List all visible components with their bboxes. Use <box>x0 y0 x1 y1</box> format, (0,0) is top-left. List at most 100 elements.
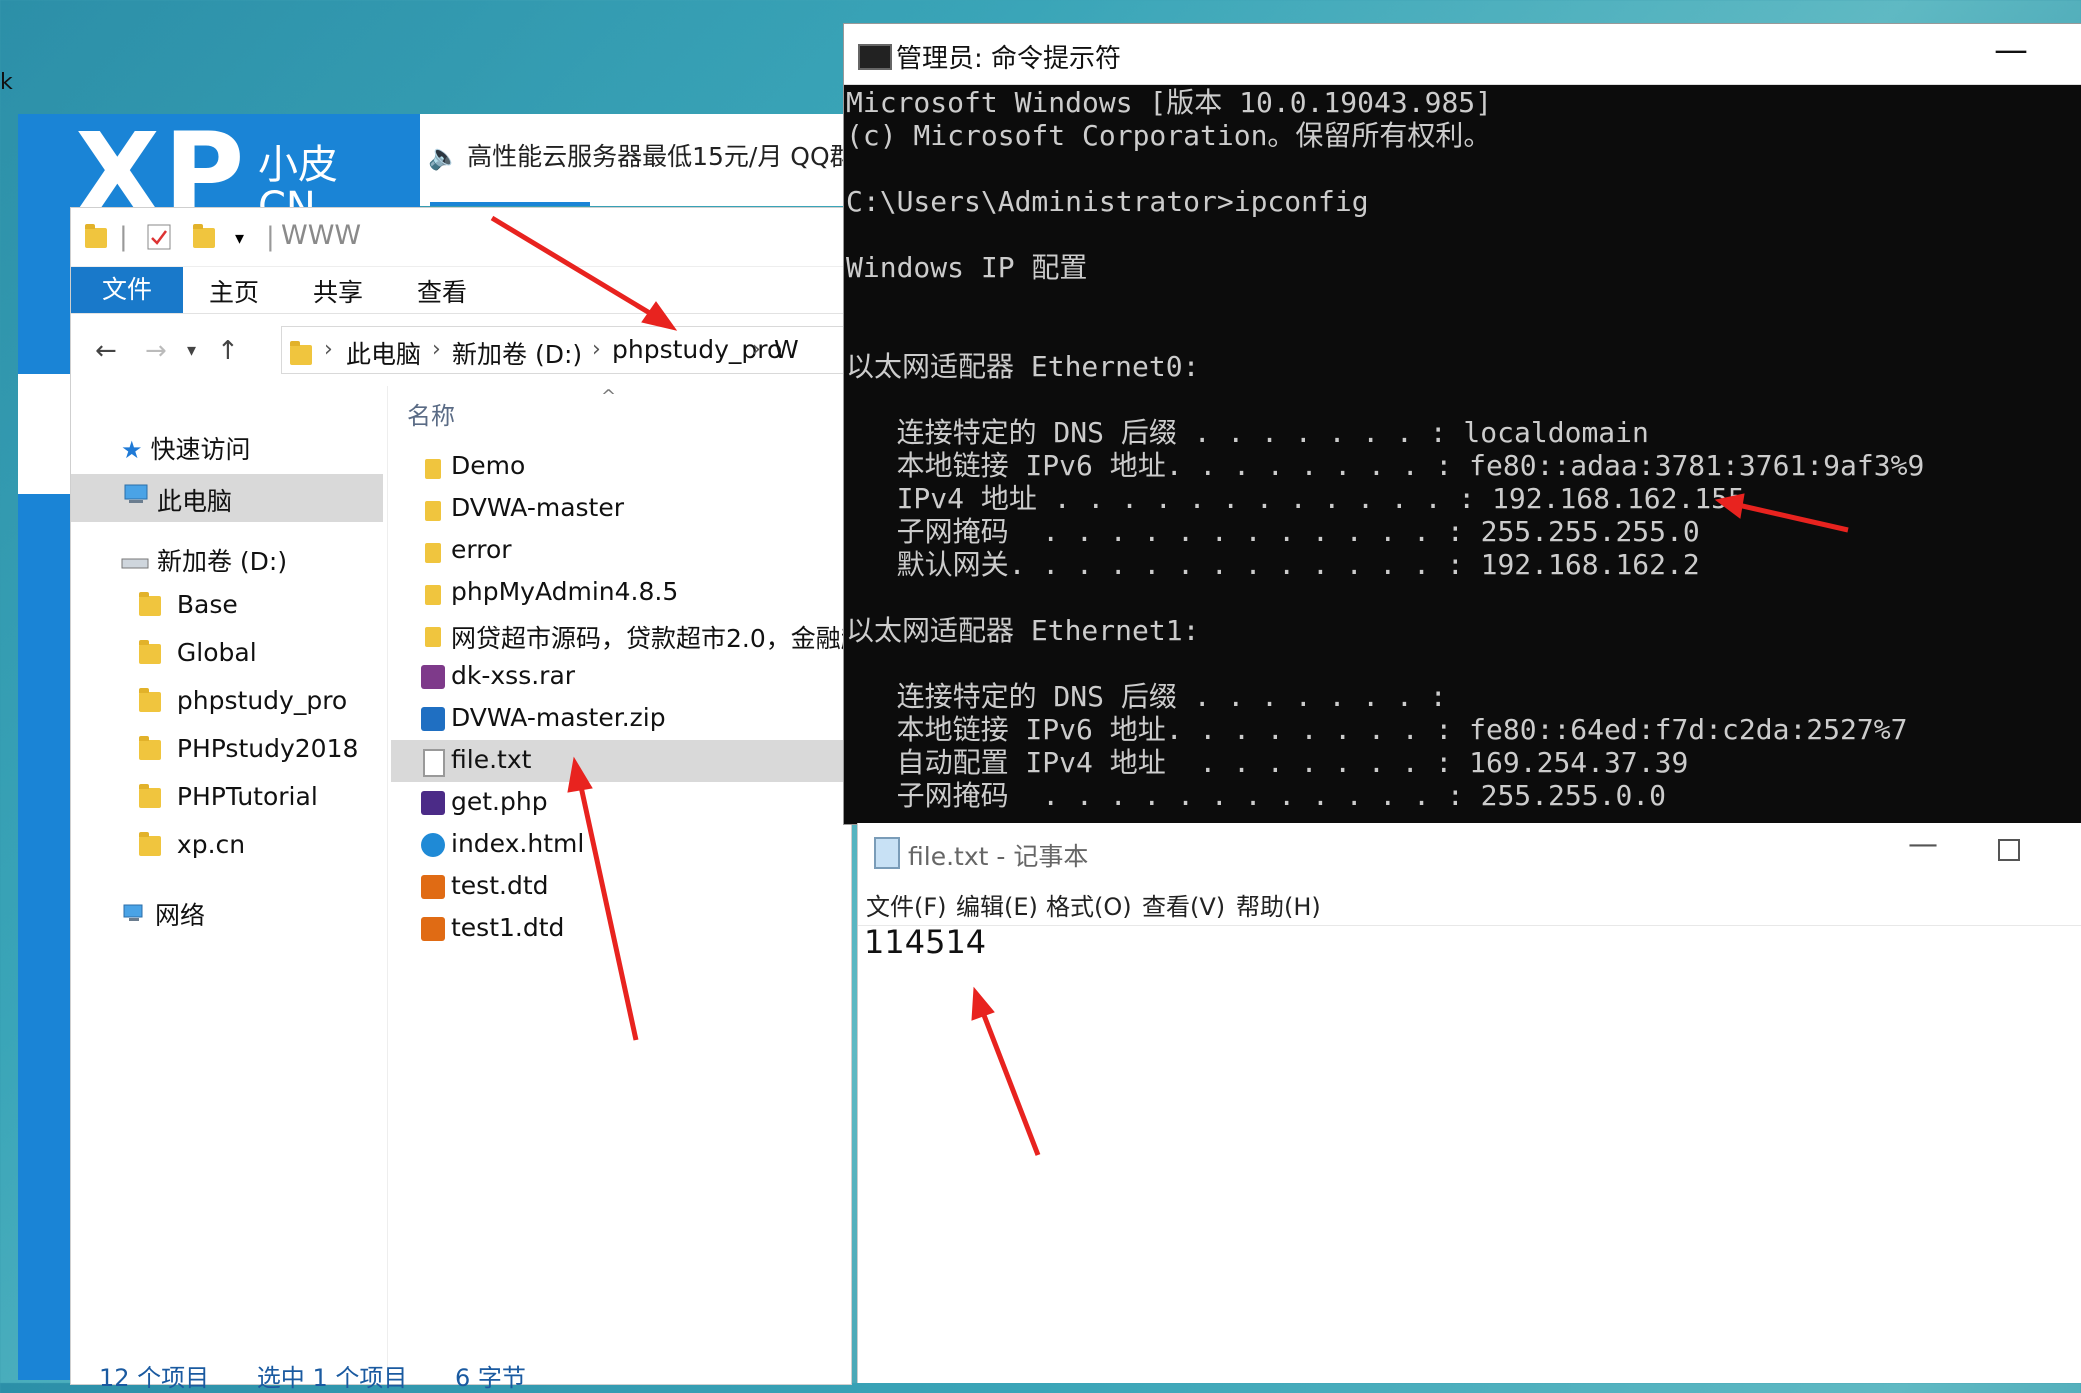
cmd-titlebar: 管理员: 命令提示符 — <box>844 24 2081 85</box>
nav-folder-label: Global <box>176 638 257 667</box>
menu-edit[interactable]: 编辑(E) <box>956 887 1038 922</box>
txt-icon <box>423 749 445 777</box>
file-row[interactable]: test.dtd <box>391 866 861 908</box>
nav-drive-label: 新加卷 (D:) <box>156 547 288 576</box>
notepad-title: file.txt - 记事本 <box>908 842 1089 871</box>
back-arrow-icon[interactable]: ← <box>95 336 117 366</box>
cmd-line: IPv4 地址 . . . . . . . . . . . . : 192.16… <box>846 482 1745 515</box>
cmd-line: 默认网关. . . . . . . . . . . . . : 192.168.… <box>846 548 1700 581</box>
forward-arrow-icon[interactable]: → <box>145 336 167 366</box>
breadcrumb-www[interactable]: W <box>774 335 799 364</box>
file-row[interactable]: phpMyAdmin4.8.5 <box>391 572 861 614</box>
breadcrumb-chevron-icon[interactable]: › <box>752 337 761 362</box>
breadcrumb-chevron-icon[interactable]: › <box>324 337 333 362</box>
sublime-icon <box>421 875 445 899</box>
breadcrumb-chevron-icon[interactable]: › <box>432 337 441 362</box>
sublime-icon <box>421 917 445 941</box>
nav-network-label: 网络 <box>154 901 205 930</box>
php-icon <box>421 791 445 815</box>
nav-quick-access[interactable]: ★ 快速访问 <box>121 430 250 466</box>
recent-locations-icon[interactable]: ▾ <box>187 340 196 361</box>
new-folder-icon[interactable] <box>193 222 215 252</box>
website-notice[interactable]: 🔈 高性能云服务器最低15元/月 QQ群: <box>428 137 863 173</box>
file-name: file.txt <box>451 745 532 774</box>
tab-share[interactable]: 共享 <box>313 273 363 309</box>
computer-icon <box>123 482 149 511</box>
nav-network[interactable]: 网络 <box>121 896 205 932</box>
properties-icon[interactable] <box>147 224 171 257</box>
nav-folder-xpcn[interactable]: xp.cn <box>139 830 245 859</box>
breadcrumb-chevron-icon[interactable]: › <box>592 337 601 362</box>
cmd-line: 本地链接 IPv6 地址. . . . . . . . : fe80::adaa… <box>846 449 1925 482</box>
tab-view[interactable]: 查看 <box>417 273 467 309</box>
file-explorer-window: | ▾ | WWW 文件 主页 共享 查看 ← → ▾ ↑ › 此电脑 › 新加… <box>70 207 866 1392</box>
file-row[interactable]: test1.dtd <box>391 908 861 950</box>
cmd-output[interactable]: Microsoft Windows [版本 10.0.19043.985] (c… <box>844 86 2081 824</box>
file-name: test.dtd <box>451 871 549 900</box>
notepad-window: file.txt - 记事本 — 文件(F) 编辑(E) 格式(O) 查看(V)… <box>857 823 2081 1383</box>
file-row[interactable]: get.php <box>391 782 861 824</box>
nav-folder-global[interactable]: Global <box>139 638 257 667</box>
tab-file[interactable]: 文件 <box>71 267 183 313</box>
nav-folder-base[interactable]: Base <box>139 590 238 619</box>
cmd-line: Microsoft Windows [版本 10.0.19043.985] <box>846 86 1493 119</box>
ribbon-tabs: 文件 主页 共享 查看 <box>71 267 851 314</box>
cmd-line: 子网掩码 . . . . . . . . . . . . : 255.255.0… <box>846 779 1667 812</box>
folder-icon <box>139 784 161 808</box>
notepad-titlebar: file.txt - 记事本 — <box>858 823 2081 879</box>
menu-view[interactable]: 查看(V) <box>1142 887 1225 922</box>
file-row[interactable]: DVWA-master.zip <box>391 698 861 740</box>
separator: | <box>266 222 275 252</box>
pane-divider[interactable] <box>387 386 388 1376</box>
cmd-line: 子网掩码 . . . . . . . . . . . . : 255.255.2… <box>846 515 1700 548</box>
nav-folder-phpstudy-pro[interactable]: phpstudy_pro <box>139 686 347 715</box>
status-selected: 选中 1 个项目 <box>256 1364 408 1392</box>
cmd-line: 连接特定的 DNS 后缀 . . . . . . . : localdomain <box>846 416 1649 449</box>
menu-help[interactable]: 帮助(H) <box>1236 887 1321 922</box>
menu-file[interactable]: 文件(F) <box>866 887 947 922</box>
file-name: phpMyAdmin4.8.5 <box>451 577 679 606</box>
minimize-button[interactable]: — <box>1908 827 1938 862</box>
website-logo-sub: 小皮 <box>258 142 338 188</box>
menu-format[interactable]: 格式(O) <box>1046 887 1132 922</box>
up-arrow-icon[interactable]: ↑ <box>217 336 239 366</box>
folder-icon <box>425 543 441 563</box>
tab-home[interactable]: 主页 <box>209 273 259 309</box>
nav-folder-label: PHPTutorial <box>176 782 318 811</box>
file-name: Demo <box>451 451 526 480</box>
nav-folder-label: phpstudy_pro <box>176 686 348 715</box>
nav-this-pc[interactable]: 此电脑 <box>71 474 383 522</box>
file-row[interactable]: Demo <box>391 446 861 488</box>
cmd-icon <box>858 44 892 70</box>
folder-icon[interactable] <box>85 222 107 252</box>
breadcrumb-drive[interactable]: 新加卷 (D:) <box>452 335 582 371</box>
folder-icon <box>139 688 161 712</box>
file-row[interactable]: dk-xss.rar <box>391 656 861 698</box>
file-row-selected[interactable]: file.txt <box>391 740 861 782</box>
folder-icon <box>139 640 161 664</box>
file-row[interactable]: index.html <box>391 824 861 866</box>
file-name: error <box>451 535 512 564</box>
drive-icon <box>121 547 157 576</box>
cmd-line: Windows IP 配置 <box>846 251 1088 284</box>
folder-icon <box>425 501 441 521</box>
separator: | <box>119 222 128 252</box>
edge-icon <box>421 833 445 857</box>
file-name: 网贷超市源码，贷款超市2.0，金融超 <box>451 624 866 653</box>
maximize-button[interactable] <box>1998 839 2020 861</box>
file-row[interactable]: 网贷超市源码，贷款超市2.0，金融超 <box>391 614 866 656</box>
address-bar[interactable]: › 此电脑 › 新加卷 (D:) › phpstudy_pro › W <box>281 326 863 374</box>
status-bar: 12 个项目 选中 1 个项目 6 字节 <box>99 1358 566 1393</box>
notepad-text-area[interactable]: 114514 <box>864 923 986 961</box>
minimize-button[interactable]: — <box>1994 30 2028 70</box>
customize-quick-access-icon[interactable]: ▾ <box>235 228 244 249</box>
column-header-name[interactable]: 名称 <box>407 396 455 431</box>
file-row[interactable]: error <box>391 530 861 572</box>
nav-folder-phptutorial[interactable]: PHPTutorial <box>139 782 318 811</box>
file-row[interactable]: DVWA-master <box>391 488 861 530</box>
notepad-icon <box>874 837 900 869</box>
cmd-line: 本地链接 IPv6 地址. . . . . . . . : fe80::64ed… <box>846 713 1908 746</box>
nav-folder-phpstudy2018[interactable]: PHPstudy2018 <box>139 734 358 763</box>
breadcrumb-this-pc[interactable]: 此电脑 <box>346 335 421 371</box>
nav-drive-d[interactable]: 新加卷 (D:) <box>121 542 287 578</box>
